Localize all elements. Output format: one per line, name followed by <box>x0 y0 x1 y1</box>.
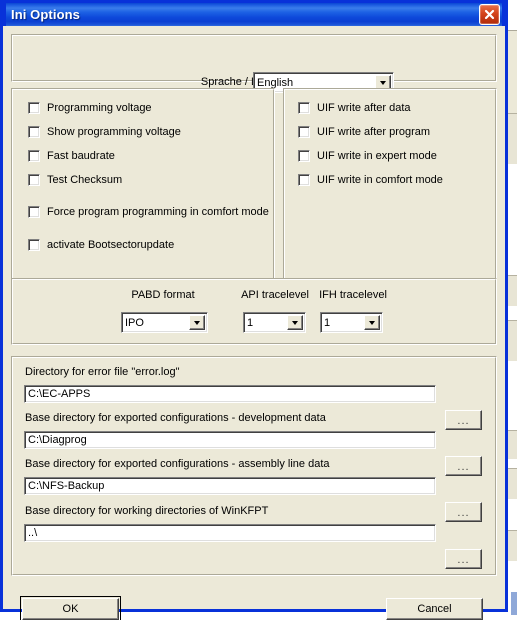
checkbox-box[interactable] <box>298 150 310 162</box>
right-options-groupbox <box>283 88 497 285</box>
checkbox-label: UIF write in comfort mode <box>317 174 443 186</box>
browse-assembly-line-data-button[interactable]: ... <box>445 502 482 522</box>
language-dropdown-value: English <box>254 77 375 89</box>
api-tracelevel-label: API tracelevel <box>230 289 320 302</box>
browse-error-log-button[interactable]: ... <box>445 410 482 430</box>
checkbox-fast-baudrate[interactable]: Fast baudrate <box>28 150 115 162</box>
checkbox-label: Show programming voltage <box>47 126 181 138</box>
chevron-down-icon[interactable] <box>189 315 205 330</box>
dialog-client-area: Sprache / Language English Programming v… <box>3 26 505 609</box>
close-icon[interactable] <box>479 4 500 25</box>
chevron-down-icon[interactable] <box>364 315 380 330</box>
ifh-tracelevel-value: 1 <box>321 317 364 329</box>
left-options-groupbox <box>11 88 275 285</box>
title-bar: Ini Options <box>3 0 505 26</box>
checkbox-box[interactable] <box>28 102 40 114</box>
checkbox-uif-write-after-data[interactable]: UIF write after data <box>298 102 411 114</box>
checkbox-box[interactable] <box>298 174 310 186</box>
checkbox-box[interactable] <box>28 174 40 186</box>
checkbox-test-checksum[interactable]: Test Checksum <box>28 174 122 186</box>
checkbox-box[interactable] <box>298 126 310 138</box>
checkbox-label: activate Bootsectorupdate <box>47 239 174 251</box>
checkbox-label: Test Checksum <box>47 174 122 186</box>
checkbox-box[interactable] <box>28 150 40 162</box>
window-title: Ini Options <box>6 7 80 22</box>
checkbox-box[interactable] <box>28 206 40 218</box>
cancel-button[interactable]: Cancel <box>386 598 483 620</box>
ifh-tracelevel-dropdown[interactable]: 1 <box>320 312 383 333</box>
checkbox-label: UIF write in expert mode <box>317 150 437 162</box>
browse-development-data-button[interactable]: ... <box>445 456 482 476</box>
checkbox-label: Programming voltage <box>47 102 152 114</box>
error-log-dir-label: Directory for error file "error.log" <box>25 366 180 379</box>
ok-button[interactable]: OK <box>22 598 119 620</box>
pabd-format-value: IPO <box>122 317 189 329</box>
checkbox-show-programming-voltage[interactable]: Show programming voltage <box>28 126 181 138</box>
api-tracelevel-value: 1 <box>244 317 287 329</box>
browse-winkfpt-working-dir-button[interactable]: ... <box>445 549 482 569</box>
background-taskbar-sliver <box>511 592 517 615</box>
checkbox-box[interactable] <box>28 239 40 251</box>
pabd-format-dropdown[interactable]: IPO <box>121 312 208 333</box>
checkbox-label: UIF write after data <box>317 102 411 114</box>
assembly-line-data-dir-input[interactable]: C:\NFS-Backup <box>24 477 436 495</box>
checkbox-uif-write-after-program[interactable]: UIF write after program <box>298 126 430 138</box>
checkbox-uif-write-comfort-mode[interactable]: UIF write in comfort mode <box>298 174 443 186</box>
pabd-format-label: PABD format <box>113 289 213 302</box>
checkbox-label: Force program programming in comfort mod… <box>47 206 269 218</box>
ifh-tracelevel-label: IFH tracelevel <box>308 289 398 302</box>
checkbox-activate-bootsectorupdate[interactable]: activate Bootsectorupdate <box>28 239 174 251</box>
development-data-dir-label: Base directory for exported configuratio… <box>25 412 326 425</box>
checkbox-label: Fast baudrate <box>47 150 115 162</box>
checkbox-label: UIF write after program <box>317 126 430 138</box>
winkfpt-working-dir-label: Base directory for working directories o… <box>25 505 268 518</box>
chevron-down-icon[interactable] <box>287 315 303 330</box>
error-log-dir-input[interactable]: C:\EC-APPS <box>24 385 436 403</box>
api-tracelevel-dropdown[interactable]: 1 <box>243 312 306 333</box>
checkbox-uif-write-expert-mode[interactable]: UIF write in expert mode <box>298 150 437 162</box>
development-data-dir-input[interactable]: C:\Diagprog <box>24 431 436 449</box>
ini-options-dialog: Ini Options Sprache / Language English P… <box>0 0 508 612</box>
checkbox-box[interactable] <box>28 126 40 138</box>
winkfpt-working-dir-input[interactable]: ..\ <box>24 524 436 542</box>
checkbox-force-program-programming[interactable]: Force program programming in comfort mod… <box>28 206 269 218</box>
checkbox-box[interactable] <box>298 102 310 114</box>
assembly-line-data-dir-label: Base directory for exported configuratio… <box>25 458 330 471</box>
checkbox-programming-voltage[interactable]: Programming voltage <box>28 102 152 114</box>
